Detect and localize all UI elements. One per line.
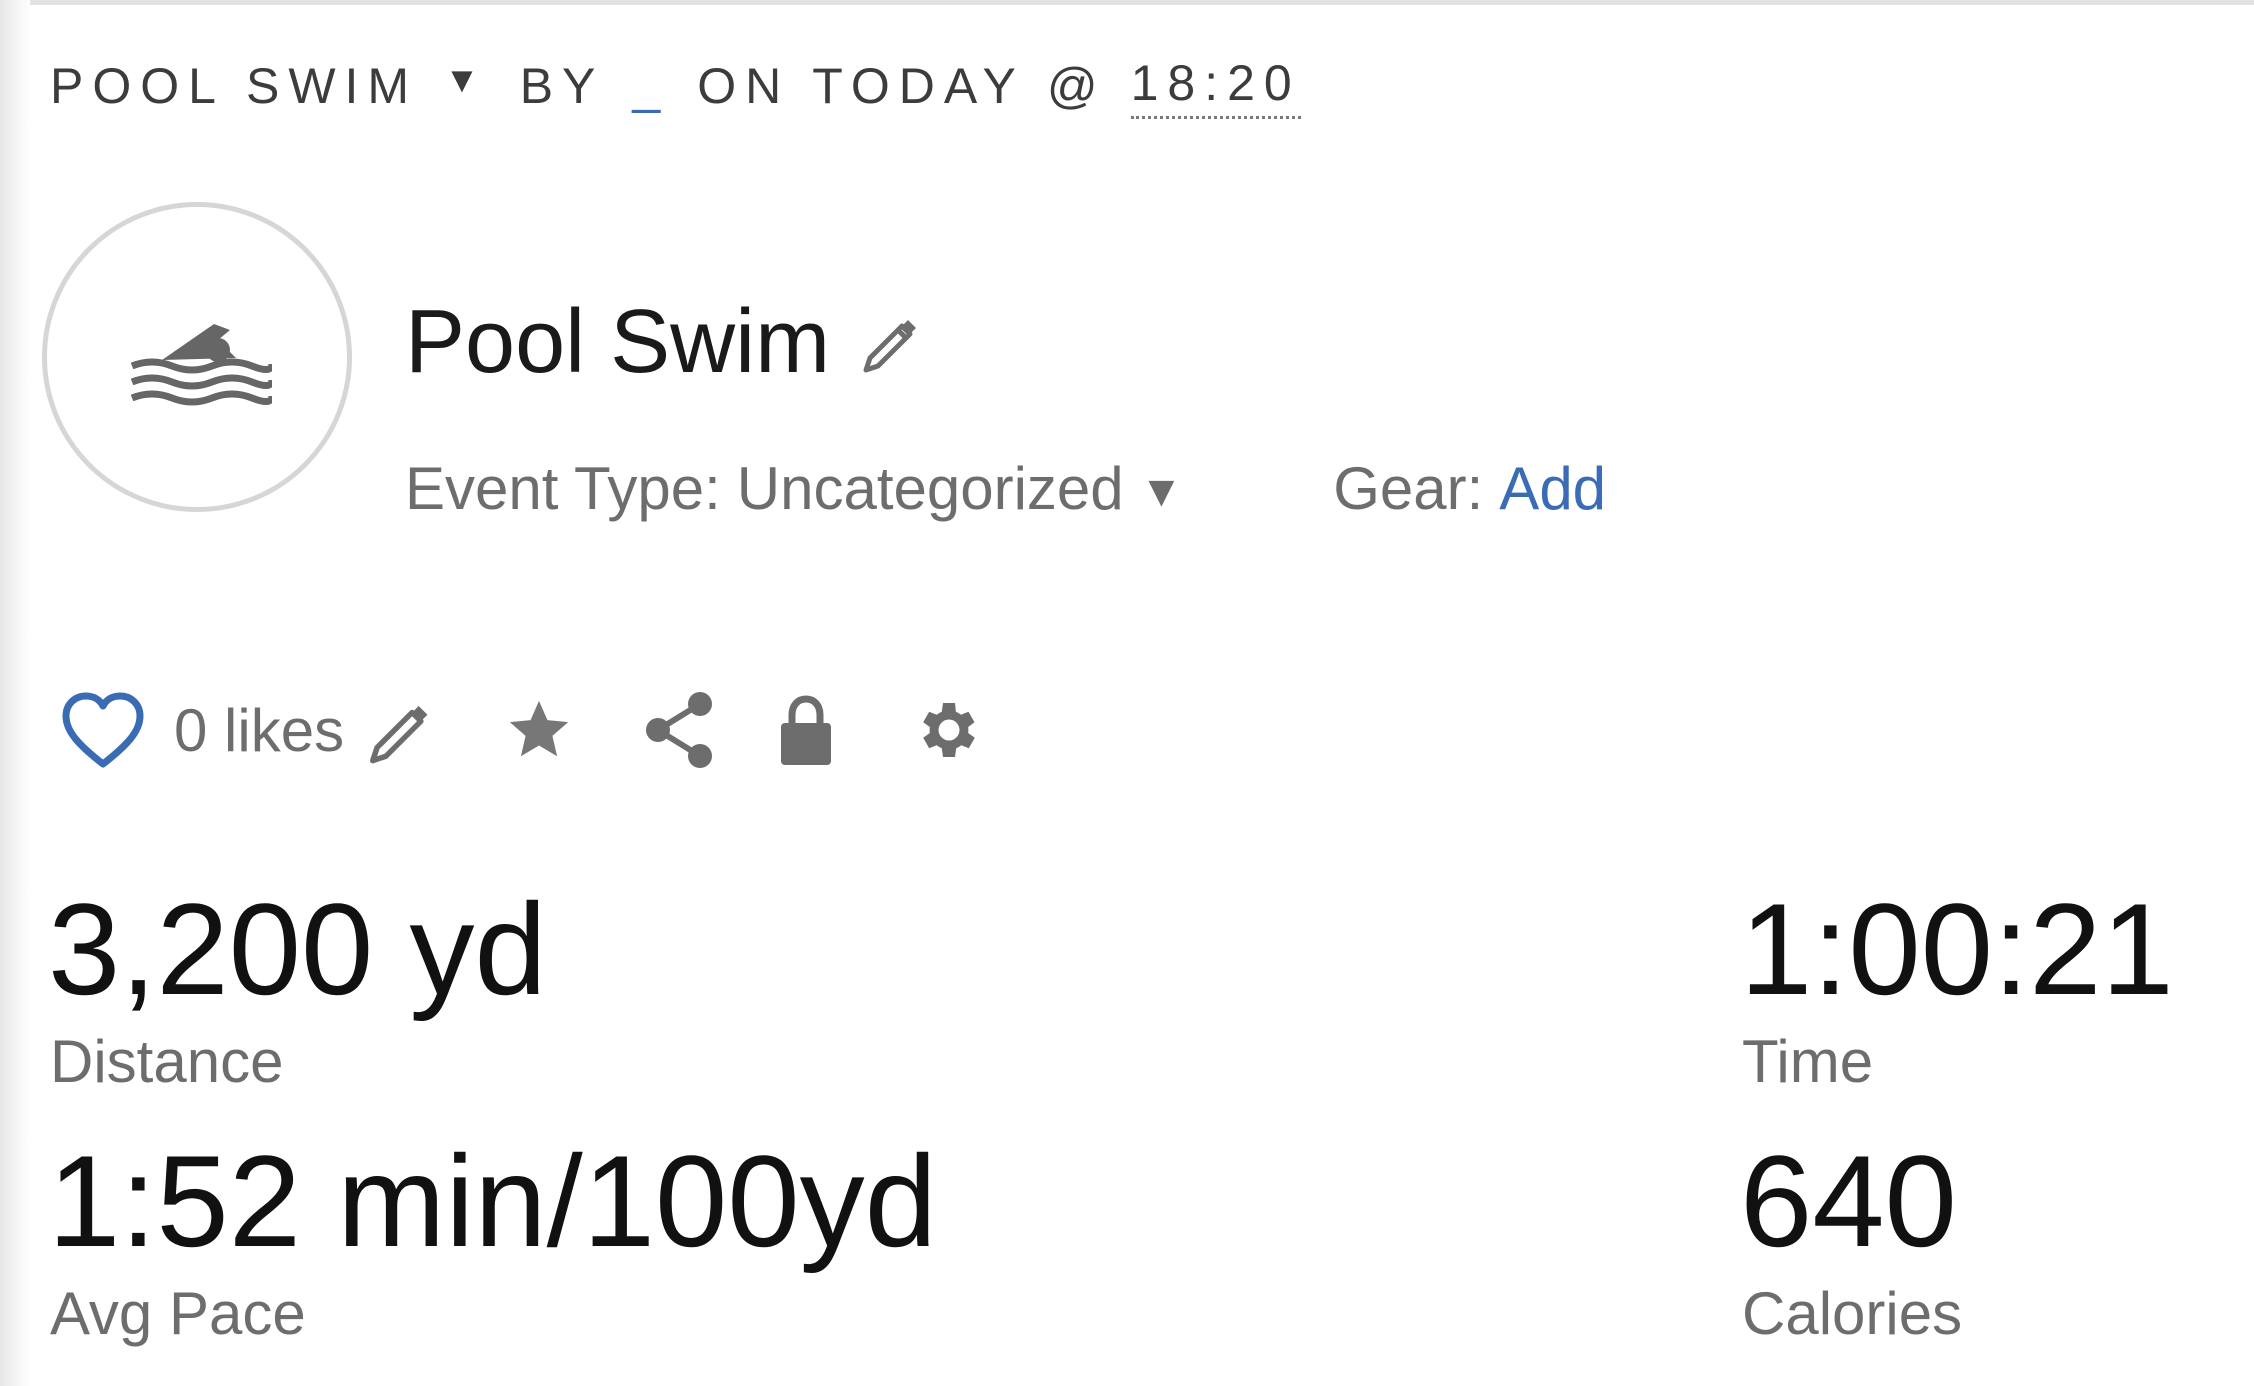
calories-label: Calories xyxy=(1742,1280,1963,1347)
activity-type-label: POOL SWIM xyxy=(50,58,419,114)
add-gear-link[interactable]: Add xyxy=(1499,454,1606,523)
action-bar: 0 likes xyxy=(60,685,982,775)
avg-pace-label: Avg Pace xyxy=(50,1280,306,1347)
gear-label: Gear: xyxy=(1333,454,1484,522)
pencil-icon[interactable] xyxy=(364,695,434,765)
share-icon[interactable] xyxy=(642,690,718,770)
edit-title-pencil-icon[interactable] xyxy=(858,310,922,374)
gear-icon[interactable] xyxy=(910,694,982,766)
activity-header: POOL SWIM ▼ BY _ ON TODAY @ 18:20 xyxy=(50,54,1301,119)
lock-icon[interactable] xyxy=(778,693,834,767)
distance-label: Distance xyxy=(50,1028,284,1095)
star-icon[interactable] xyxy=(504,695,574,765)
time-label: Time xyxy=(1742,1028,1874,1095)
time-value: 1:00:21 xyxy=(1740,876,2174,1022)
event-type-dropdown-icon[interactable]: ▼ xyxy=(1140,467,1184,517)
activity-type-avatar xyxy=(42,202,352,512)
activity-time[interactable]: 18:20 xyxy=(1130,54,1301,119)
distance-value: 3,200 yd xyxy=(48,876,547,1022)
heart-icon[interactable] xyxy=(60,690,146,770)
activity-title: Pool Swim xyxy=(405,291,831,392)
event-type-value[interactable]: Uncategorized xyxy=(737,454,1124,523)
title-row: Pool Swim xyxy=(405,282,922,402)
date-label: ON TODAY @ xyxy=(697,58,1107,114)
left-edge-shadow xyxy=(0,0,30,1386)
swimmer-icon xyxy=(130,324,272,406)
activity-type-dropdown-icon[interactable]: ▼ xyxy=(444,59,480,101)
owner-link[interactable]: _ xyxy=(632,57,669,115)
avg-pace-value: 1:52 min/100yd xyxy=(48,1128,937,1274)
by-label: BY xyxy=(519,58,605,114)
event-type-label: Event Type: xyxy=(405,454,721,522)
meta-row: Event Type: Uncategorized ▼ Gear: Add xyxy=(405,453,1606,523)
top-divider xyxy=(0,0,2254,5)
calories-value: 640 xyxy=(1740,1128,1957,1274)
likes-count[interactable]: 0 likes xyxy=(174,696,344,765)
gear-field: Gear: Add xyxy=(1333,454,1606,523)
